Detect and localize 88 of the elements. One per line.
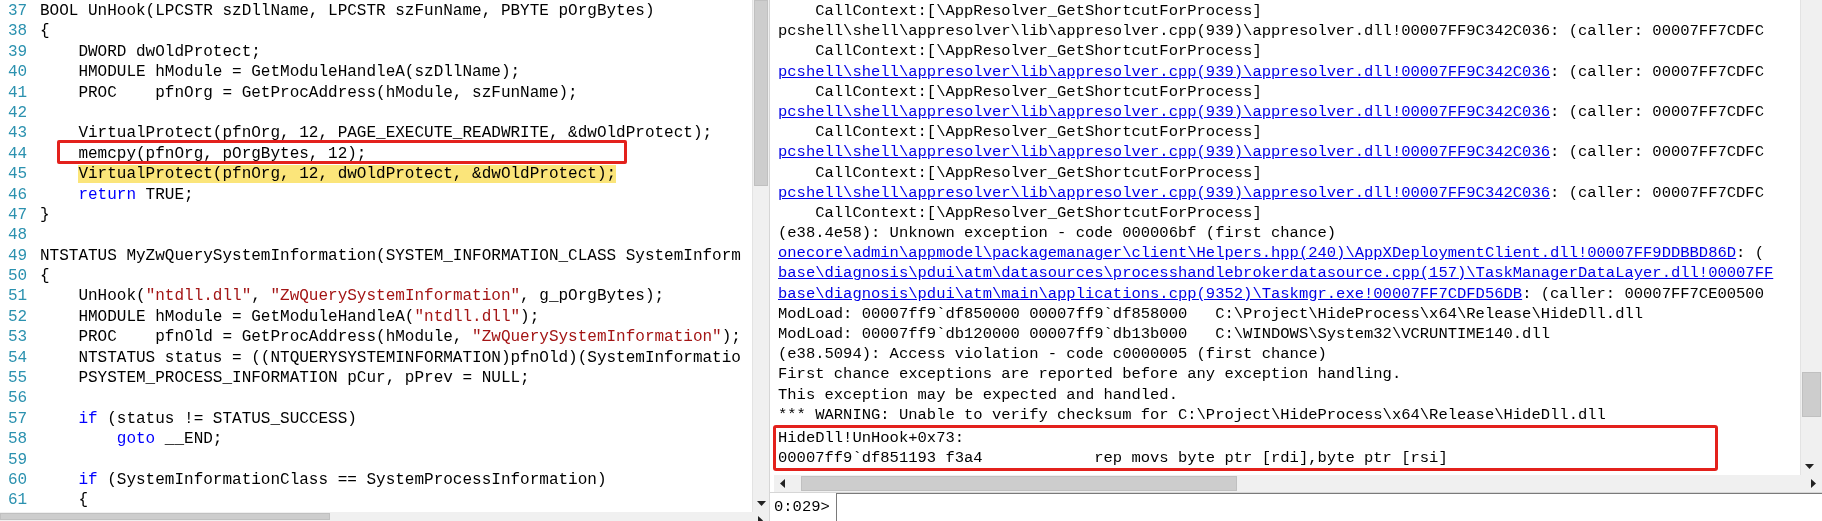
log-line: pcshell\shell\appresolver\lib\appresolver.cpp(939)\appresolver.dll!00007FF9C342C036: (caller: 00007FF7CDFC (778, 101, 1765, 123)
source-link[interactable]: base\diagnosis\pdui\atm\main\applications.cpp(9352)\Taskmgr.exe!00007FF7CDFD56DB (778, 284, 1523, 303)
log-line: First chance exceptions are reported before any exception handling. (778, 364, 1403, 385)
code-line: BOOL UnHook(LPCSTR szDllName, LPCSTR szFunName, PBYTE pOrgBytes) (40, 2, 655, 20)
command-prompt: 0:029> (773, 498, 831, 516)
log-line: ModLoad: 00007ff9`df850000 00007ff9`df858000 C:\Project\HideProcess\x64\Release\HideDll.dll (778, 303, 1645, 324)
vertical-scrollbar[interactable] (752, 0, 769, 512)
code-line: PSYSTEM_PROCESS_INFORMATION pCur, pPrev = NULL; (78, 369, 530, 388)
scroll-thumb[interactable] (0, 513, 330, 520)
code-line: HMODULE hModule = GetModuleHandleA("ntdll.dll"); (78, 307, 540, 326)
horizontal-scrollbar[interactable] (0, 512, 769, 521)
log-line: *** WARNING: Unable to verify checksum for C:\Project\HideProcess\x64\Release\HideDll.dll (778, 404, 1607, 425)
log-line: (e38.4e58): Unknown exception - code 000006bf (first chance) (778, 223, 1338, 244)
line-number: 37 (7, 1, 29, 22)
scroll-left-icon[interactable] (780, 479, 785, 488)
code-line: UnHook("ntdll.dll", "ZwQuerySystemInformation", g_pOrgBytes); (78, 287, 665, 306)
log-line: pcshell\shell\appresolver\lib\appresolver.cpp(939)\appresolver.dll!00007FF9C342C036: (caller: 00007FF7CDFC (778, 142, 1765, 163)
line-number: 38 (7, 21, 29, 42)
log-line: pcshell\shell\appresolver\lib\appresolver.cpp(939)\appresolver.dll!00007FF9C342C036: (caller: 00007FF7CDFC (778, 182, 1765, 203)
line-number: 58 (7, 429, 29, 450)
line-number: 52 (7, 306, 29, 328)
code-line: { (40, 22, 50, 41)
line-number: 54 (7, 347, 29, 369)
line-number: 40 (7, 62, 29, 83)
command-input[interactable] (835, 493, 1822, 521)
code-line: NTSTATUS MyZwQuerySystemInformation(SYSTEM_INFORMATION_CLASS SystemInform (40, 246, 741, 265)
line-number: 41 (7, 82, 29, 103)
code-line: { (40, 267, 50, 286)
log-line: pcshell\shell\appresolver\lib\appresolver.cpp(939)\appresolver.dll!00007FF9C342C036: (caller: 00007FF7CDFC (778, 21, 1765, 42)
source-link[interactable]: onecore\admin\appmodel\packagemanager\client\Helpers.hpp(240)\AppXDeploymentClient.dll!00007FF9DDBBD86D (778, 244, 1737, 263)
log-line: base\diagnosis\pdui\atm\main\applications.cpp(9352)\Taskmgr.exe!00007FF7CDFD56DB: (caller: 00007FF7CE00500 (778, 283, 1765, 304)
line-number: 49 (7, 245, 29, 267)
code-line: VirtualProtect(pfnOrg, 12, PAGE_EXECUTE_READWRITE, &dwOldProtect); (78, 124, 713, 143)
line-number: 48 (7, 225, 29, 246)
line-number: 47 (7, 204, 29, 226)
line-number: 60 (7, 470, 29, 491)
log-line: This exception may be expected and handled. (778, 384, 1179, 405)
code-line: if (status != STATUS_SUCCESS) (78, 409, 357, 428)
code-line: PROC pfnOld = GetProcAddress(hModule, "ZwQuerySystemInformation"); (78, 328, 741, 347)
line-number: 59 (7, 449, 29, 470)
line-number: 57 (7, 408, 29, 430)
scroll-thumb[interactable] (801, 476, 1237, 491)
vertical-scrollbar[interactable] (1800, 0, 1822, 475)
source-link[interactable]: pcshell\shell\appresolver\lib\appresolver.cpp(939)\appresolver.dll!00007FF9C342C036 (778, 143, 1551, 162)
log-line: ModLoad: 00007ff9`db120000 00007ff9`db13b000 C:\WINDOWS\System32\VCRUNTIME140.dll (778, 324, 1552, 345)
scroll-thumb[interactable] (1802, 372, 1821, 417)
line-number: 42 (7, 102, 29, 124)
line-number: 51 (7, 286, 29, 307)
code-line: NTSTATUS status = ((NTQUERYSYSTEMINFORMATION)pfnOld)(SystemInformatio (78, 348, 741, 367)
line-number: 44 (7, 143, 29, 165)
line-number: 46 (7, 184, 29, 205)
scroll-right-icon[interactable] (1811, 479, 1816, 488)
code-line: PROC pfnOrg = GetProcAddress(hModule, szFunName); (78, 83, 578, 102)
log-line: 00007ff9`df851193 f3a4 rep movs byte ptr [rdi],byte ptr [rsi] (778, 448, 1449, 469)
code-line: HMODULE hModule = GetModuleHandleA(szDllName); (78, 63, 521, 82)
scroll-down-icon[interactable] (1805, 464, 1814, 469)
line-number: 43 (7, 123, 29, 144)
line-number: 55 (7, 368, 29, 389)
horizontal-scrollbar[interactable] (774, 475, 1822, 492)
scroll-down-icon[interactable] (757, 501, 766, 506)
log-line: CallContext:[\AppResolver_GetShortcutForProcess] (814, 162, 1263, 183)
code-line: { (78, 491, 88, 510)
code-line: goto __END; (116, 430, 223, 449)
line-number: 53 (7, 327, 29, 348)
log-line: onecore\admin\appmodel\packagemanager\client\Helpers.hpp(240)\AppXDeploymentClient.dll!00007FF9DDBBD86D: ( (778, 243, 1765, 264)
source-link[interactable]: pcshell\shell\appresolver\lib\appresolver.cpp(939)\appresolver.dll!00007FF9C342C036 (778, 102, 1551, 121)
log-line: CallContext:[\AppResolver_GetShortcutForProcess] (814, 1, 1263, 22)
source-link[interactable]: base\diagnosis\pdui\atm\datasources\processhandlebrokerdatasource.cpp(157)\TaskManagerDataLayer.dll!00007FF (778, 264, 1774, 283)
code-line: } (40, 205, 50, 224)
line-number: 45 (7, 164, 29, 185)
code-line: DWORD dwOldProtect; (78, 42, 261, 61)
code-line: return TRUE; (78, 185, 194, 204)
scroll-thumb[interactable] (754, 0, 768, 186)
source-link[interactable]: pcshell\shell\appresolver\lib\appresolver.cpp(939)\appresolver.dll!00007FF9C342C036 (778, 62, 1551, 81)
line-number: 39 (7, 41, 29, 63)
log-line: pcshell\shell\appresolver\lib\appresolver.cpp(939)\appresolver.dll!00007FF9C342C036: (caller: 00007FF7CDFC (778, 61, 1765, 82)
log-line: CallContext:[\AppResolver_GetShortcutForProcess] (814, 81, 1263, 102)
line-number: 50 (7, 266, 29, 287)
log-line: HideDll!UnHook+0x73: (778, 427, 966, 449)
log-line: CallContext:[\AppResolver_GetShortcutForProcess] (814, 41, 1263, 62)
code-line: memcpy(pfnOrg, pOrgBytes, 12); (78, 144, 367, 163)
log-line: CallContext:[\AppResolver_GetShortcutForProcess] (814, 202, 1263, 224)
line-number: 56 (7, 388, 29, 409)
code-line: if (SystemInformationClass == SystemProcessInformation) (78, 471, 607, 489)
log-line: (e38.5094): Access violation - code c0000005 (first chance) (778, 344, 1328, 365)
source-link[interactable]: pcshell\shell\appresolver\lib\appresolver.cpp(939)\appresolver.dll!00007FF9C342C036 (778, 183, 1551, 202)
log-line: CallContext:[\AppResolver_GetShortcutForProcess] (814, 122, 1263, 143)
line-number: 61 (7, 490, 29, 511)
